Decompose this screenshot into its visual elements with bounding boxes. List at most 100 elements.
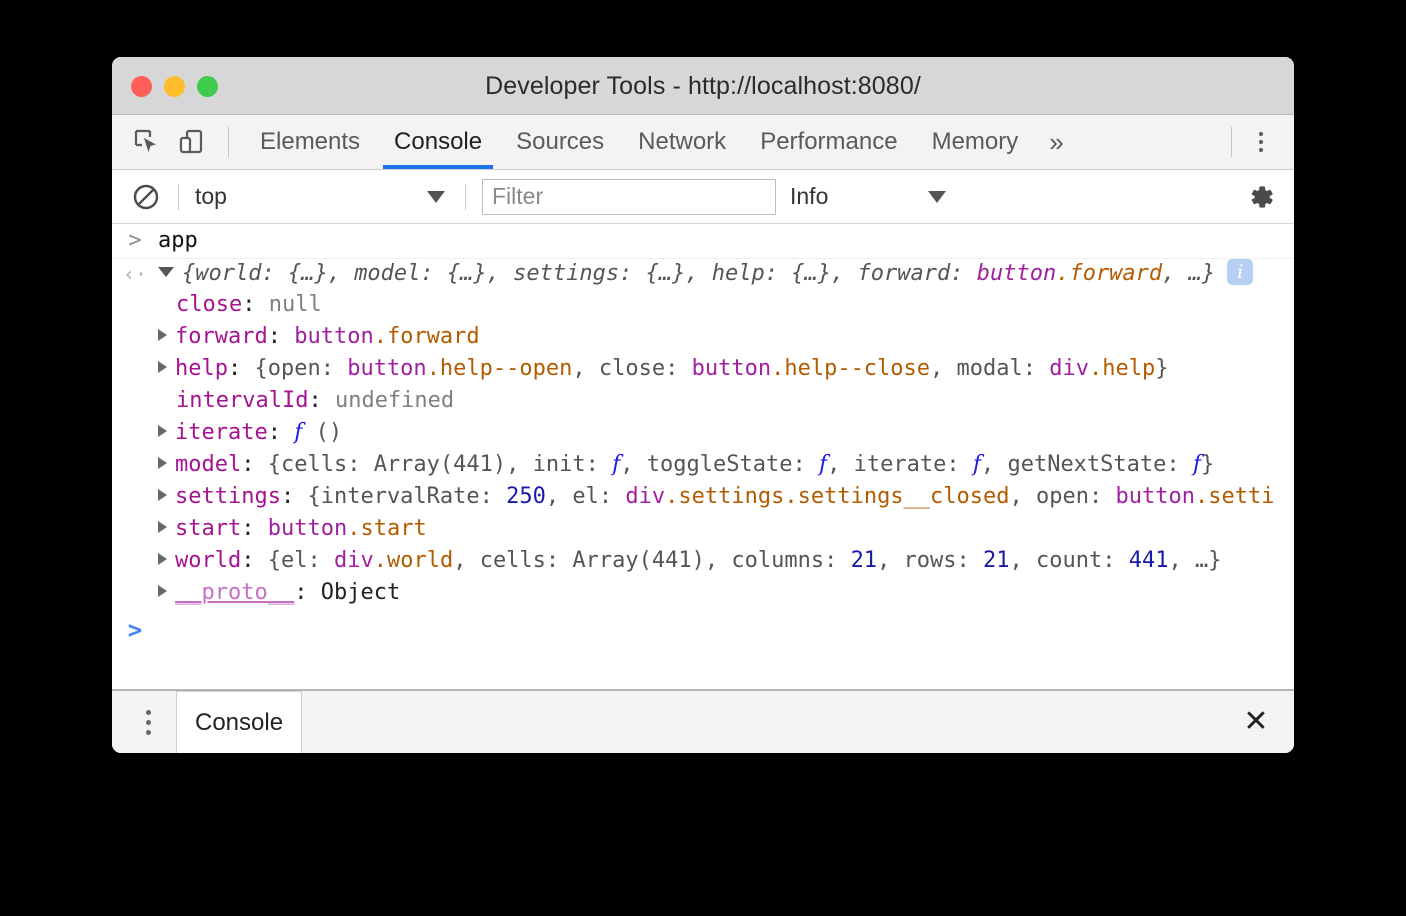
object-property-row[interactable]: model: {cells: Array(441), init: f, togg…: [112, 449, 1294, 481]
toolbar-divider-right: [1231, 127, 1232, 157]
value-segment: , rows:: [877, 548, 983, 573]
value-segment: .setti: [1195, 484, 1274, 509]
log-level-select[interactable]: Info: [790, 183, 950, 210]
property-colon: :: [268, 420, 295, 445]
execution-context-select[interactable]: top: [195, 183, 449, 210]
tab-elements[interactable]: Elements: [243, 115, 377, 169]
tab-memory[interactable]: Memory: [915, 115, 1036, 169]
disclosure-triangle-icon[interactable]: [158, 425, 167, 437]
tab-performance[interactable]: Performance: [743, 115, 914, 169]
preview-open-brace: {: [182, 261, 195, 286]
value-segment: , close:: [572, 356, 691, 381]
property-colon: :: [241, 452, 268, 477]
object-property-row[interactable]: intervalId: undefined: [112, 385, 1294, 417]
object-property-row[interactable]: close: null: [112, 289, 1294, 321]
object-property-list: close: nullforward: button.forwardhelp: …: [112, 289, 1294, 609]
value-segment: , iterate:: [827, 452, 973, 477]
value-segment: , …}: [1169, 548, 1222, 573]
input-marker: >: [112, 226, 158, 256]
device-toolbar-icon[interactable]: [174, 125, 208, 159]
value-segment: .settings.settings__closed: [665, 484, 1009, 509]
chevron-down-icon-level: [928, 191, 946, 203]
object-property-row[interactable]: iterate: f (): [112, 417, 1294, 449]
filter-divider-2: [465, 184, 466, 210]
property-key: iterate: [175, 420, 268, 445]
disclosure-triangle-icon[interactable]: [158, 457, 167, 469]
inspect-element-icon[interactable]: [130, 125, 164, 159]
title-bar: Developer Tools - http://localhost:8080/: [112, 57, 1294, 115]
kebab-menu-icon[interactable]: [1246, 125, 1276, 159]
value-segment: Object: [321, 580, 400, 605]
property-colon: :: [268, 324, 295, 349]
property-colon: :: [241, 516, 268, 541]
devtools-window: Developer Tools - http://localhost:8080/…: [112, 57, 1294, 753]
object-property-row[interactable]: forward: button.forward: [112, 321, 1294, 353]
property-key: help: [175, 356, 228, 381]
object-preview[interactable]: {world: {…}, model: {…}, settings: {…}, …: [158, 259, 1253, 289]
log-level-label: Info: [790, 183, 920, 210]
value-segment: world: {…}, model: {…}, settings: {…}, h…: [195, 261, 976, 286]
close-drawer-icon[interactable]: ✕: [1236, 702, 1276, 742]
value-segment: 250: [506, 484, 546, 509]
object-property-row[interactable]: __proto__: Object: [112, 577, 1294, 609]
value-segment: button: [294, 324, 373, 349]
more-tabs-icon[interactable]: »: [1035, 115, 1077, 169]
tab-sources[interactable]: Sources: [499, 115, 621, 169]
value-segment: .help--open: [427, 356, 573, 381]
object-property-row[interactable]: start: button.start: [112, 513, 1294, 545]
property-key: settings: [175, 484, 281, 509]
value-segment: f: [973, 452, 981, 477]
property-colon: :: [294, 580, 321, 605]
disclosure-triangle-icon[interactable]: [158, 585, 167, 597]
value-segment: button: [347, 356, 426, 381]
disclosure-triangle-icon[interactable]: [158, 489, 167, 501]
property-colon: :: [241, 548, 268, 573]
panel-tabs: Elements Console Sources Network Perform…: [243, 115, 1078, 169]
value-segment: f: [1193, 452, 1201, 477]
tab-console[interactable]: Console: [377, 115, 499, 169]
toolbar-divider: [228, 127, 229, 157]
object-property-row[interactable]: world: {el: div.world, cells: Array(441)…: [112, 545, 1294, 577]
prompt-caret: >: [112, 615, 158, 645]
drawer-tab-console[interactable]: Console: [176, 691, 302, 753]
disclosure-triangle-open[interactable]: [158, 267, 174, 277]
value-segment: {open:: [254, 356, 347, 381]
value-segment: {intervalRate:: [307, 484, 506, 509]
tab-network[interactable]: Network: [621, 115, 743, 169]
property-key: world: [175, 548, 241, 573]
disclosure-triangle-icon[interactable]: [158, 361, 167, 373]
object-property-row[interactable]: settings: {intervalRate: 250, el: div.se…: [112, 481, 1294, 513]
drawer-kebab-icon[interactable]: [134, 702, 162, 742]
disclosure-triangle-icon[interactable]: [158, 329, 167, 341]
console-input-line: > app: [112, 224, 1294, 259]
disclosure-triangle-icon[interactable]: [158, 553, 167, 565]
value-segment: .forward: [374, 324, 480, 349]
value-segment: div: [334, 548, 374, 573]
tab-bar-actions: [1231, 115, 1294, 169]
property-key: intervalId: [176, 388, 308, 413]
value-segment: button: [268, 516, 347, 541]
property-key: model: [175, 452, 241, 477]
property-colon: :: [228, 356, 255, 381]
value-segment: 21: [851, 548, 878, 573]
console-input-text: app: [158, 226, 198, 256]
clear-console-icon[interactable]: [130, 181, 162, 213]
gear-icon[interactable]: [1242, 178, 1280, 216]
value-segment: , getNextState:: [981, 452, 1193, 477]
chevron-down-icon: [427, 191, 445, 203]
console-drawer: Console ✕: [112, 689, 1294, 753]
value-segment: button: [1115, 484, 1194, 509]
disclosure-triangle-icon[interactable]: [158, 521, 167, 533]
value-segment: {cells: Array(441), init:: [268, 452, 612, 477]
value-segment: , cells: Array(441), columns:: [453, 548, 850, 573]
filter-input[interactable]: [482, 179, 776, 215]
console-output[interactable]: > app ‹· {world: {…}, model: {…}, settin…: [112, 224, 1294, 689]
object-preview-text: {world: {…}, model: {…}, settings: {…}, …: [182, 261, 1215, 286]
value-segment: .help--close: [771, 356, 930, 381]
value-segment: , modal:: [930, 356, 1049, 381]
console-prompt-line[interactable]: >: [112, 609, 1294, 645]
info-badge-icon[interactable]: i: [1227, 259, 1253, 285]
value-segment: 441: [1129, 548, 1169, 573]
window-title: Developer Tools - http://localhost:8080/: [112, 72, 1294, 101]
object-property-row[interactable]: help: {open: button.help--open, close: b…: [112, 353, 1294, 385]
